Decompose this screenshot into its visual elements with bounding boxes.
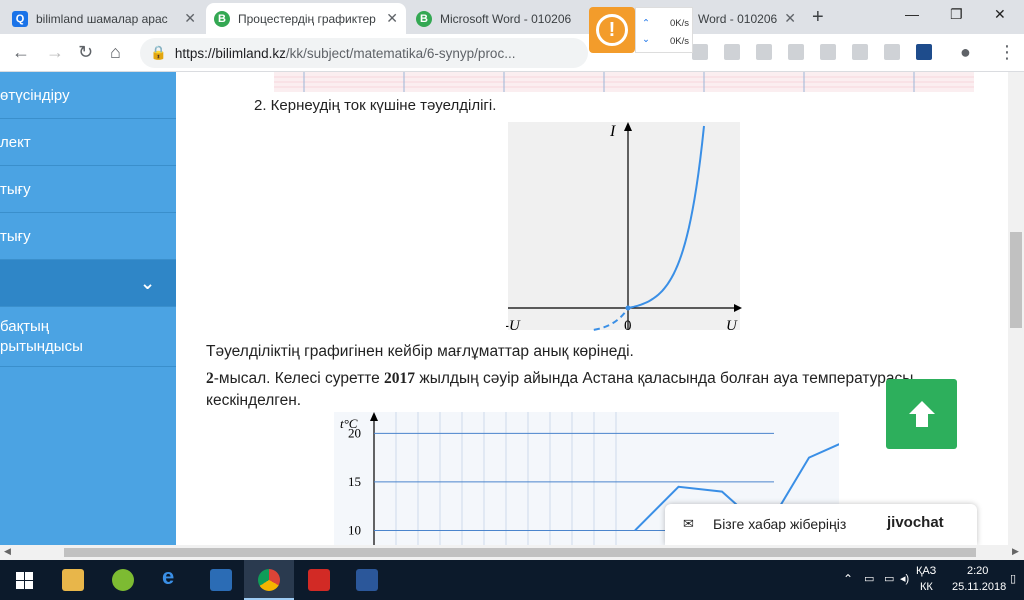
vertical-scrollbar[interactable]	[1008, 72, 1024, 545]
extension-icon[interactable]	[916, 44, 932, 60]
horizontal-scrollbar[interactable]: ◀ ▶	[0, 545, 1024, 560]
scroll-left-icon[interactable]: ◀	[4, 546, 11, 557]
origin-point	[625, 305, 631, 311]
extension-icon[interactable]	[692, 44, 708, 60]
language-indicator-sub: КК	[920, 581, 933, 593]
sidebar-item-summary[interactable]: бақтың рытындысы	[0, 307, 176, 367]
windows-start-icon[interactable]	[16, 572, 33, 589]
current-voltage-chart: I -U 0 U	[506, 122, 742, 334]
close-icon[interactable]: ✕	[784, 10, 796, 27]
tab-word-1[interactable]: B Microsoft Word - 010206	[408, 3, 588, 34]
warning-icon[interactable]: !	[589, 7, 635, 53]
extension-icon[interactable]	[724, 44, 740, 60]
forward-icon[interactable]: →	[46, 42, 64, 63]
extension-icon[interactable]	[852, 44, 868, 60]
system-tray-icon[interactable]: ▭	[864, 572, 874, 585]
sidebar-item-4[interactable]: тығу	[0, 213, 176, 260]
tick-label: 0	[624, 318, 632, 334]
browser-toolbar: ← → ↻ ⌂ 🔒 https://bilimland.kz/kk/subjec…	[0, 34, 1024, 72]
window-close-button[interactable]: ✕	[994, 6, 1006, 23]
edge-icon[interactable]: e	[162, 564, 184, 589]
tick-label: 20	[348, 425, 361, 440]
download-icon: ⌄	[642, 34, 650, 45]
notification-icon[interactable]: ▯	[1010, 572, 1016, 585]
pdf-icon[interactable]	[308, 569, 330, 591]
arrow-up-icon	[908, 401, 935, 427]
chrome-icon	[258, 569, 280, 591]
network-icon[interactable]: ▭	[884, 572, 894, 585]
bilimland-icon: B	[416, 10, 432, 27]
sidebar: өтүсіндіру лект тығу тығу ⌄ бақтың рытын…	[0, 72, 176, 545]
tick-label: 10	[348, 522, 361, 537]
search-icon: Q	[12, 10, 28, 27]
clock-date: 25.11.2018	[952, 581, 1007, 593]
new-tab-button[interactable]: +	[812, 6, 824, 29]
scrollbar-thumb[interactable]	[64, 548, 976, 557]
paragraph-1: Тәуелділіктің графигінен кейбір мағлұмат…	[206, 343, 634, 360]
reload-icon[interactable]: ↻	[78, 42, 93, 63]
scroll-right-icon[interactable]: ▶	[1012, 546, 1019, 557]
close-icon[interactable]: ✕	[184, 10, 196, 27]
back-icon[interactable]: ←	[12, 42, 30, 63]
profile-icon[interactable]: ●	[960, 42, 971, 63]
tick-label: U	[726, 318, 738, 334]
scroll-top-button[interactable]	[886, 379, 957, 449]
scrollbar-thumb[interactable]	[1010, 232, 1022, 328]
minimize-button[interactable]: —	[905, 6, 919, 22]
jivochat-logo: jivochat	[887, 514, 944, 531]
extension-icon[interactable]	[788, 44, 804, 60]
graph-paper-strip	[274, 72, 974, 92]
file-explorer-icon[interactable]	[62, 569, 84, 591]
address-bar[interactable]: 🔒 https://bilimland.kz/kk/subject/matema…	[140, 38, 588, 68]
paragraph-2: 2-мысал. Келесі суретте 2017 жылдың сәуі…	[206, 370, 914, 409]
app-icon[interactable]	[112, 569, 134, 591]
y-axis-label: I	[609, 123, 616, 140]
bilimland-icon: B	[214, 10, 230, 27]
home-icon[interactable]: ⌂	[110, 42, 121, 63]
tick-label: 15	[348, 474, 361, 489]
sidebar-item-explain[interactable]: өтүсіндіру	[0, 72, 176, 119]
close-icon[interactable]: ✕	[386, 10, 398, 27]
sidebar-item-lecture[interactable]: лект	[0, 119, 176, 166]
volume-icon[interactable]: ◂)	[900, 572, 909, 585]
envelope-icon: ✉	[683, 516, 694, 531]
extension-icon[interactable]	[884, 44, 900, 60]
tab-processes[interactable]: B Процестердің графиктер ✕	[206, 3, 406, 34]
tab-bilimland-search[interactable]: Q bilimland шамалар арас ✕	[4, 3, 204, 34]
sidebar-item-expandable[interactable]: ⌄	[0, 260, 176, 307]
chevron-down-icon: ⌄	[140, 272, 156, 293]
lock-icon: 🔒	[150, 45, 167, 60]
taskbar: e ⌃ ▭ ▭ ◂) ҚАЗ КК 2:20 25.11.2018 ▯	[0, 560, 1024, 600]
tick-label: -U	[506, 318, 521, 334]
upload-icon: ⌃	[642, 18, 650, 29]
extension-icon[interactable]	[820, 44, 836, 60]
menu-icon[interactable]: ⋮	[998, 42, 1016, 63]
word-icon[interactable]	[356, 569, 378, 591]
extension-icon[interactable]	[756, 44, 772, 60]
tab-bar: Q bilimland шамалар арас ✕ B Процестерді…	[0, 0, 1024, 34]
language-indicator[interactable]: ҚАЗ	[916, 565, 936, 577]
restore-button[interactable]: ❐	[950, 6, 963, 23]
sidebar-item-3[interactable]: тығу	[0, 166, 176, 213]
item-2-text: 2. Кернеудің ток күшіне тәуелділігі.	[254, 97, 497, 114]
tab-word-2[interactable]: Word - 010206 ✕	[690, 3, 804, 34]
chrome-taskbar-button[interactable]	[244, 560, 294, 600]
chat-widget[interactable]: ✉ Бізге хабар жіберіңіз jivochat	[665, 504, 977, 545]
network-speed-widget: ⌃ 0K/s ⌄ 0K/s	[635, 7, 693, 53]
main-content: 2. Кернеудің ток күшіне тәуелділігі. I -…	[176, 72, 1008, 545]
clock-time[interactable]: 2:20	[967, 565, 988, 577]
store-icon[interactable]	[210, 569, 232, 591]
chevron-up-icon[interactable]: ⌃	[843, 572, 853, 586]
